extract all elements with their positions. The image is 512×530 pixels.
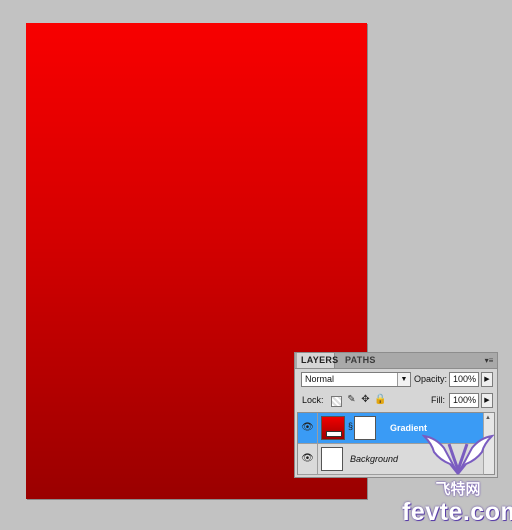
panel-menu-icon[interactable]: ▾≡	[484, 356, 494, 365]
visibility-eye-icon[interactable]: 👁	[298, 444, 318, 474]
fill-slider-button[interactable]: ▶	[481, 393, 493, 408]
lock-all-icon[interactable]: 🔒	[374, 394, 386, 406]
lock-position-move-icon[interactable]: ✥	[360, 394, 371, 406]
mask-link-chain-icon[interactable]: §	[348, 421, 353, 431]
blend-mode-select[interactable]: Normal ▼	[301, 372, 411, 387]
panel-tab-bar: LAYERS PATHS ▾≡	[295, 353, 497, 369]
opacity-input[interactable]: 100%	[449, 372, 479, 387]
lock-image-brush-icon[interactable]: ✎	[346, 394, 357, 406]
opacity-label: Opacity:	[414, 374, 448, 384]
blend-opacity-row: Normal ▼ Opacity: 100% ▶	[299, 372, 493, 389]
watermark: 飞特网 fevte.com	[402, 428, 512, 528]
layer-mask-thumbnail[interactable]	[354, 416, 376, 440]
fill-label: Fill:	[431, 395, 445, 405]
lock-transparent-icon[interactable]	[331, 396, 342, 407]
layer-thumbnail	[321, 447, 343, 471]
opacity-slider-button[interactable]: ▶	[481, 372, 493, 387]
wings-logo-icon	[422, 434, 494, 475]
chevron-down-icon[interactable]: ▼	[397, 373, 410, 386]
adjustment-icon	[326, 431, 342, 437]
layer-name: Background	[350, 454, 399, 464]
lock-label: Lock:	[302, 395, 324, 405]
scroll-up-icon[interactable]: ▲	[485, 415, 491, 421]
visibility-eye-icon[interactable]: 👁	[298, 413, 318, 443]
fill-input[interactable]: 100%	[449, 393, 479, 408]
watermark-chinese-text: 飞特网	[435, 480, 481, 498]
tab-paths[interactable]: PATHS	[341, 353, 380, 368]
lock-fill-row: Lock: ✎ ✥ 🔒 Fill: 100% ▶	[299, 393, 493, 410]
layer-thumbnail	[321, 416, 345, 440]
blend-mode-value: Normal	[305, 374, 335, 384]
tab-layers[interactable]: LAYERS	[297, 353, 338, 368]
watermark-url: fevte.com	[402, 498, 512, 526]
